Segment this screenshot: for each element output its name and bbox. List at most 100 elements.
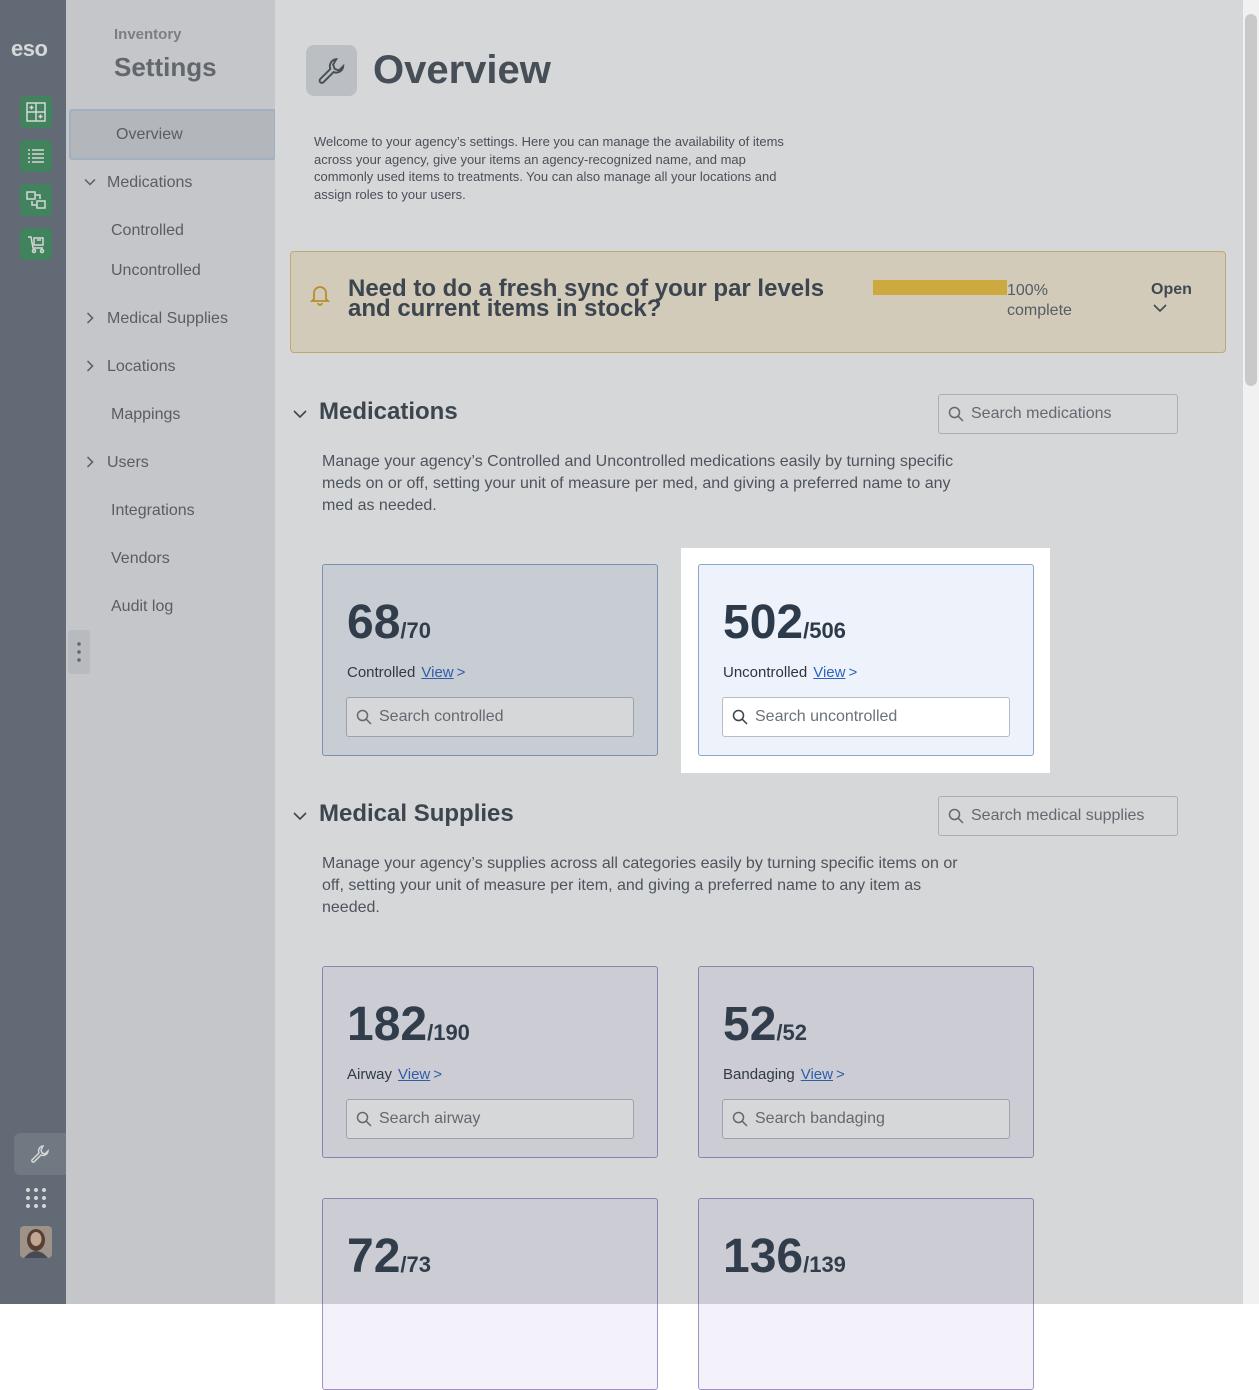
chevron-right-icon: > (835, 1066, 845, 1083)
list-app-icon[interactable] (20, 140, 52, 172)
sidebar-item-users[interactable]: Users (107, 454, 149, 472)
banner-message: Need to do a fresh sync of your par leve… (348, 275, 825, 322)
uncontrolled-view-link[interactable]: View (813, 664, 845, 681)
airway-count-total: /190 (427, 1020, 470, 1045)
settings-wrench-button[interactable] (14, 1133, 66, 1175)
grid-icon[interactable] (25, 1187, 47, 1209)
settings-sidebar: Inventory Settings Overview Medications … (66, 0, 276, 1304)
uncontrolled-card: 502/506 Uncontrolled View > (698, 564, 1034, 756)
airway-count-value: 182 (347, 998, 428, 1051)
sidebar-item-medical-supplies[interactable]: Medical Supplies (107, 310, 228, 328)
sync-progress-bar (873, 280, 1007, 295)
bell-icon (309, 286, 331, 306)
chevron-down-icon[interactable] (84, 176, 96, 188)
first-aid-count-total: /73 (400, 1252, 431, 1277)
sidebar-item-overview-label: Overview (116, 126, 183, 143)
search-airway-input[interactable] (379, 1100, 579, 1138)
uncontrolled-label-row: Uncontrolled View > (723, 664, 857, 681)
medications-section-title: Medications (319, 398, 458, 425)
sidebar-title: Settings (114, 52, 217, 82)
controlled-count-value: 68 (347, 596, 401, 649)
sidebar-item-audit-log[interactable]: Audit log (111, 598, 173, 616)
bandaging-count: 52/52 (723, 997, 807, 1052)
sync-progress-fill (873, 280, 1007, 295)
search-icon (948, 808, 964, 824)
bandaging-card: 52/52 Bandaging View > (698, 966, 1034, 1158)
sidebar-item-controlled[interactable]: Controlled (111, 222, 184, 240)
airway-label: Airway (347, 1066, 393, 1083)
search-bandaging-input[interactable] (755, 1100, 955, 1138)
chevron-right-icon: > (456, 664, 466, 681)
bandaging-count-total: /52 (776, 1020, 807, 1045)
app-rail: eso (0, 0, 66, 1304)
iv-therapy-count: 136/139 (723, 1229, 846, 1284)
airway-count: 182/190 (347, 997, 470, 1052)
search-medications-input[interactable] (971, 395, 1171, 433)
uncontrolled-count-value: 502 (723, 596, 804, 649)
airway-view-link[interactable]: View (398, 1066, 430, 1083)
chevron-down-icon (1153, 304, 1167, 313)
search-icon (732, 709, 748, 725)
search-icon (948, 406, 964, 422)
airway-label-row: Airway View > (347, 1066, 442, 1083)
uncontrolled-label: Uncontrolled (723, 664, 808, 681)
sidebar-item-locations[interactable]: Locations (107, 358, 176, 376)
bandaging-view-link[interactable]: View (801, 1066, 833, 1083)
search-controlled-field[interactable] (346, 697, 634, 737)
first-aid-count: 72/73 (347, 1229, 431, 1284)
search-icon (356, 1111, 372, 1127)
chevron-right-icon[interactable] (84, 360, 96, 372)
search-icon (732, 1111, 748, 1127)
banner-open-label: Open (1151, 281, 1192, 298)
medical-supplies-section-title: Medical Supplies (319, 800, 514, 827)
page-title: Overview (373, 48, 551, 92)
search-medications-field[interactable] (938, 394, 1178, 434)
sidebar-item-vendors[interactable]: Vendors (111, 550, 170, 568)
search-icon (356, 709, 372, 725)
search-medical-supplies-input[interactable] (971, 797, 1171, 835)
first-aid-card: 72/73 (322, 1198, 658, 1390)
iv-therapy-count-value: 136 (723, 1230, 804, 1283)
controlled-card: 68/70 Controlled View > (322, 564, 658, 756)
medications-description: Manage your agency’s Controlled and Unco… (322, 453, 954, 514)
avatar[interactable] (20, 1226, 52, 1258)
cart-app-icon[interactable] (20, 228, 52, 260)
sidebar-item-integrations[interactable]: Integrations (111, 502, 195, 520)
search-bandaging-field[interactable] (722, 1099, 1010, 1139)
chevron-right-icon[interactable] (84, 456, 96, 468)
search-uncontrolled-field[interactable] (722, 697, 1010, 737)
bandaging-label: Bandaging (723, 1066, 795, 1083)
chevron-down-icon[interactable] (293, 407, 307, 421)
sidebar-supertitle: Inventory (114, 26, 182, 43)
bandaging-count-value: 52 (723, 998, 777, 1051)
transfer-app-icon[interactable] (20, 184, 52, 216)
sidebar-item-uncontrolled[interactable]: Uncontrolled (111, 262, 201, 280)
controlled-label-row: Controlled View > (347, 664, 465, 681)
sync-progress-label: 100% complete (1007, 281, 1072, 321)
eso-logo: eso (11, 36, 48, 61)
progress-value: 100% (1007, 282, 1048, 299)
search-controlled-input[interactable] (379, 698, 579, 736)
search-uncontrolled-input[interactable] (755, 698, 955, 736)
controlled-view-link[interactable]: View (421, 664, 453, 681)
inventory-app-icon[interactable] (20, 96, 52, 128)
sidebar-item-medications[interactable]: Medications (107, 174, 192, 192)
chevron-down-icon[interactable] (293, 809, 307, 823)
progress-suffix: complete (1007, 302, 1072, 319)
page-description: Welcome to your agency’s settings. Here … (314, 134, 784, 202)
chevron-right-icon: > (433, 1066, 443, 1083)
chevron-right-icon[interactable] (84, 312, 96, 324)
banner-open-button[interactable]: Open (1151, 281, 1192, 313)
medical-supplies-description: Manage your agency’s supplies across all… (322, 855, 958, 916)
iv-therapy-count-total: /139 (803, 1252, 846, 1277)
chevron-right-icon: > (848, 664, 858, 681)
controlled-count-total: /70 (400, 618, 431, 643)
search-medical-supplies-field[interactable] (938, 796, 1178, 836)
scrollbar-thumb[interactable] (1245, 14, 1257, 386)
sync-banner: Need to do a fresh sync of your par leve… (290, 251, 1226, 353)
wrench-icon (306, 45, 357, 96)
sidebar-item-mappings[interactable]: Mappings (111, 406, 180, 424)
uncontrolled-count-total: /506 (803, 618, 846, 643)
search-airway-field[interactable] (346, 1099, 634, 1139)
sidebar-collapse-handle[interactable] (68, 630, 90, 674)
